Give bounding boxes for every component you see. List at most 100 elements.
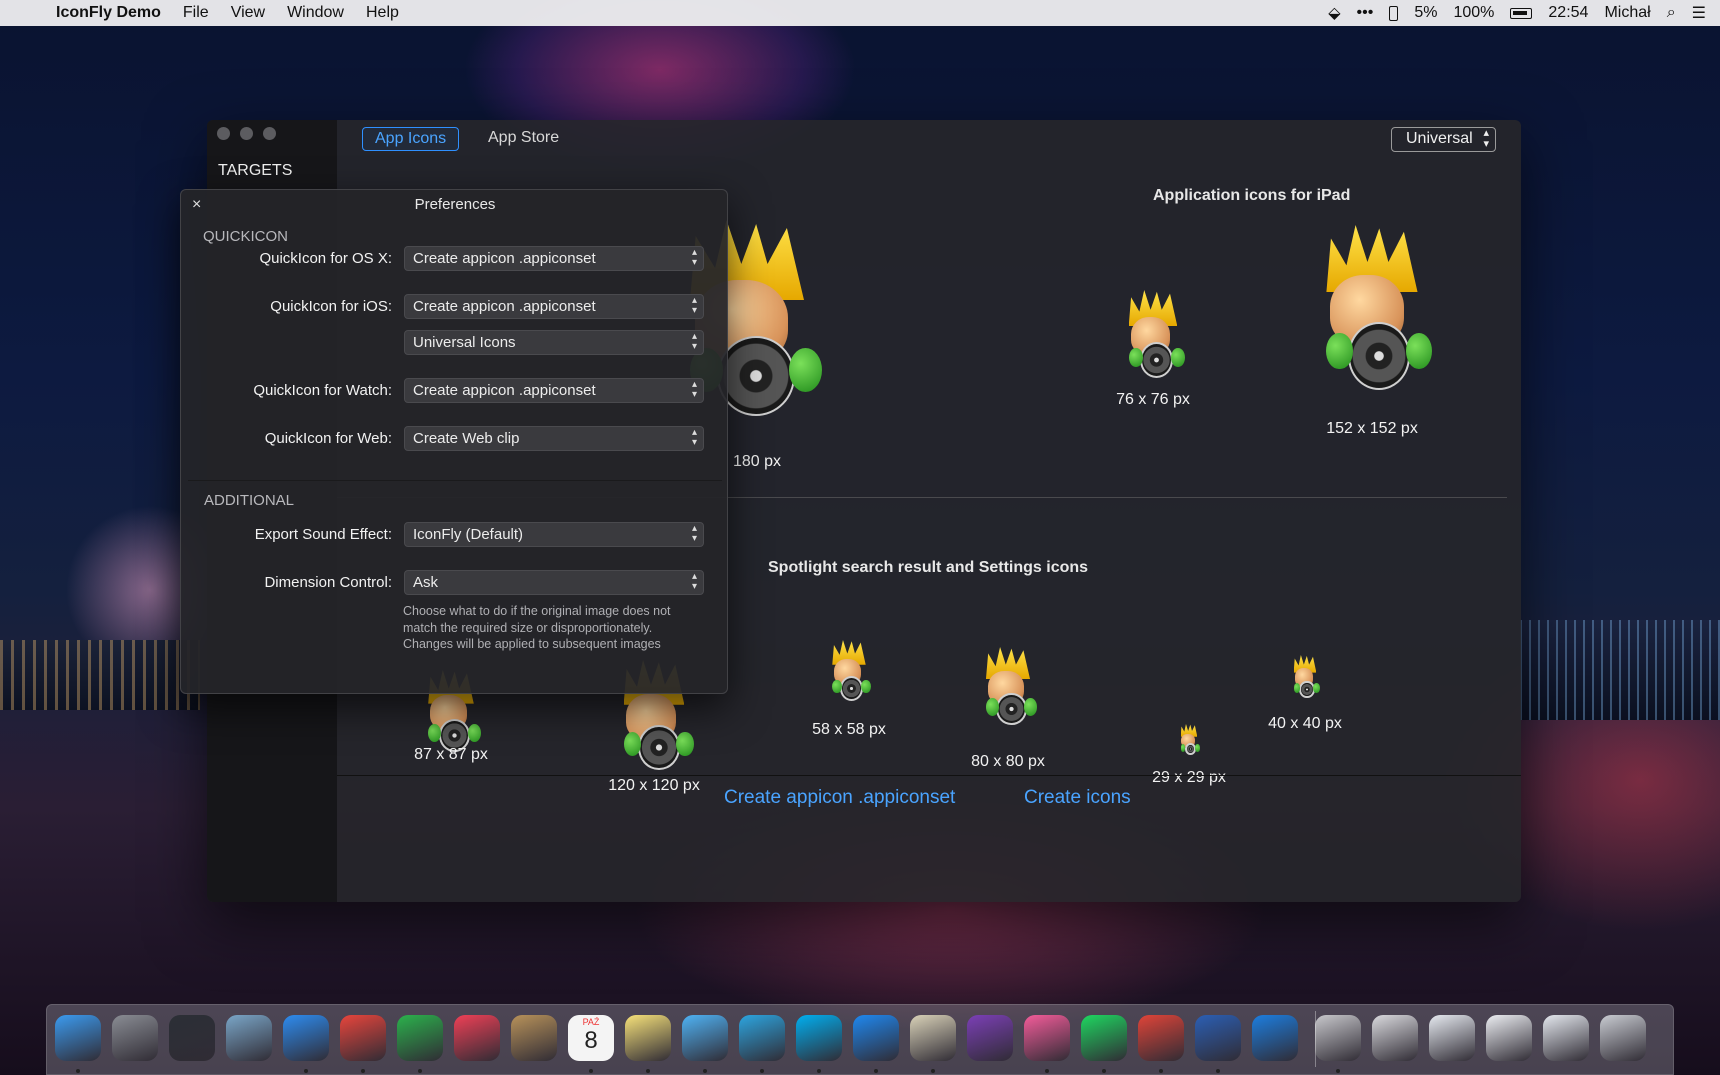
- create-appiconset-button[interactable]: Create appicon .appiconset: [724, 787, 955, 809]
- battery-percent[interactable]: 100%: [1453, 4, 1494, 22]
- dock-pocket-icon[interactable]: [454, 1015, 500, 1061]
- dock-messages-icon[interactable]: [682, 1015, 728, 1061]
- dock-window-thumb-3-icon[interactable]: [1543, 1015, 1589, 1061]
- dock-preview-icon[interactable]: [910, 1015, 956, 1061]
- phone-battery-text: 5%: [1414, 4, 1438, 21]
- icon-preview-76: [1121, 290, 1185, 380]
- dimension-popup[interactable]: Ask ▴ ▾: [404, 570, 704, 595]
- updown-chevron-icon: ▴ ▾: [691, 379, 697, 400]
- dock-safari-icon[interactable]: [283, 1015, 329, 1061]
- sound-popup[interactable]: IconFly (Default) ▴ ▾: [404, 522, 704, 547]
- dock-finder-icon[interactable]: [55, 1015, 101, 1061]
- dock-calendar-icon[interactable]: PAŹ 8: [568, 1015, 614, 1061]
- user-menu[interactable]: Michał: [1604, 4, 1650, 22]
- dock-running-indicator: [874, 1069, 878, 1073]
- dock-running-indicator: [1216, 1069, 1220, 1073]
- dock-running-indicator: [1159, 1069, 1163, 1073]
- dock-running-indicator: [76, 1069, 80, 1073]
- phone-icon[interactable]: [1389, 5, 1399, 21]
- device-select-value: Universal: [1406, 130, 1473, 147]
- notification-center-icon[interactable]: ☰: [1692, 3, 1706, 23]
- ios-variant-popup-value: Universal Icons: [413, 334, 516, 351]
- create-icons-button[interactable]: Create icons: [1024, 787, 1131, 809]
- dock-running-indicator: [931, 1069, 935, 1073]
- dock-feedly-icon[interactable]: [397, 1015, 443, 1061]
- minimize-window-button[interactable]: [240, 127, 253, 140]
- updown-chevron-icon: ▴ ▾: [691, 571, 697, 592]
- size-label-152: 152 x 152 px: [1326, 420, 1418, 437]
- menu-file[interactable]: File: [183, 4, 209, 22]
- updown-chevron-icon: ▴ ▾: [1483, 127, 1489, 150]
- footer-divider: [337, 775, 1521, 776]
- dimension-popup-value: Ask: [413, 574, 439, 591]
- additional-group-label: ADDITIONAL: [204, 492, 295, 509]
- tab-app-store[interactable]: App Store: [476, 127, 571, 151]
- dock-running-indicator: [760, 1069, 764, 1073]
- dock-running-indicator: [703, 1069, 707, 1073]
- dock-messenger-icon[interactable]: [853, 1015, 899, 1061]
- dock-running-indicator: [418, 1069, 422, 1073]
- dock-downloader-icon[interactable]: [1138, 1015, 1184, 1061]
- size-label-29: 29 x 29 px: [1152, 769, 1226, 786]
- dock-iconfly-icon[interactable]: [1315, 1015, 1361, 1061]
- size-label-40: 40 x 40 px: [1268, 715, 1342, 732]
- dock-people-doc-icon[interactable]: [1372, 1015, 1418, 1061]
- size-label-80: 80 x 80 px: [971, 753, 1045, 770]
- wallpaper-city-left: [0, 640, 200, 710]
- menu-help[interactable]: Help: [366, 4, 399, 22]
- dock-telegram-icon[interactable]: [739, 1015, 785, 1061]
- more-icon[interactable]: •••: [1357, 4, 1374, 22]
- clock[interactable]: 22:54: [1548, 4, 1588, 22]
- dock-running-indicator: [1102, 1069, 1106, 1073]
- watch-popup[interactable]: Create appicon .appiconset ▴ ▾: [404, 378, 704, 403]
- dock-skype-icon[interactable]: [796, 1015, 842, 1061]
- dock-chrome-icon[interactable]: [340, 1015, 386, 1061]
- size-label-76: 76 x 76 px: [1116, 391, 1190, 408]
- spotlight-section-title: Spotlight search result and Settings ico…: [768, 559, 1089, 576]
- ios-label: QuickIcon for iOS:: [270, 298, 392, 315]
- dock-running-indicator: [646, 1069, 650, 1073]
- battery-icon[interactable]: [1510, 7, 1533, 19]
- updown-chevron-icon: ▴ ▾: [691, 295, 697, 316]
- status-area: ⬙ ••• 5% 100% 22:54 Michał ⌕ ☰: [1328, 3, 1706, 23]
- ios-popup[interactable]: Create appicon .appiconset ▴ ▾: [404, 294, 704, 319]
- dock-itunes-icon[interactable]: [1024, 1015, 1070, 1061]
- dock-separator: [1315, 1011, 1316, 1067]
- preferences-panel: × Preferences QUICKICON QuickIcon for OS…: [180, 189, 728, 694]
- dock-mission-control-icon[interactable]: [169, 1015, 215, 1061]
- icon-preview-29: [1178, 724, 1200, 756]
- updown-chevron-icon: ▴ ▾: [691, 427, 697, 448]
- dropbox-icon[interactable]: ⬙: [1328, 3, 1340, 23]
- updown-chevron-icon: ▴ ▾: [691, 247, 697, 268]
- zoom-window-button[interactable]: [263, 127, 276, 140]
- device-select[interactable]: Universal ▴ ▾: [1391, 127, 1496, 152]
- dock-running-indicator: [361, 1069, 365, 1073]
- close-window-button[interactable]: [217, 127, 230, 140]
- dock-trash-icon[interactable]: [1600, 1015, 1646, 1061]
- menu-bar: IconFly Demo File View Window Help ⬙ •••…: [0, 0, 1720, 26]
- dock-launchpad-icon[interactable]: [112, 1015, 158, 1061]
- osx-popup[interactable]: Create appicon .appiconset ▴ ▾: [404, 246, 704, 271]
- dock-notes-icon[interactable]: [625, 1015, 671, 1061]
- dock-contacts-icon[interactable]: [511, 1015, 557, 1061]
- dock-word-icon[interactable]: [1195, 1015, 1241, 1061]
- ios-variant-popup[interactable]: Universal Icons ▴ ▾: [404, 330, 704, 355]
- osx-label: QuickIcon for OS X:: [259, 250, 392, 267]
- menu-view[interactable]: View: [231, 4, 265, 22]
- web-popup-value: Create Web clip: [413, 430, 520, 447]
- dock-mail-stamp-icon[interactable]: [226, 1015, 272, 1061]
- menu-window[interactable]: Window: [287, 4, 344, 22]
- dock-onenote-icon[interactable]: [967, 1015, 1013, 1061]
- window-controls: [217, 127, 276, 140]
- dock-running-indicator: [817, 1069, 821, 1073]
- web-popup[interactable]: Create Web clip ▴ ▾: [404, 426, 704, 451]
- dock-xcode-icon[interactable]: [1252, 1015, 1298, 1061]
- dock-running-indicator: [304, 1069, 308, 1073]
- dock-window-thumb-1-icon[interactable]: [1429, 1015, 1475, 1061]
- spotlight-search-icon[interactable]: ⌕: [1667, 4, 1676, 22]
- dock-window-thumb-2-icon[interactable]: [1486, 1015, 1532, 1061]
- tab-app-icons[interactable]: App Icons: [362, 127, 460, 151]
- dock-spotify-icon[interactable]: [1081, 1015, 1127, 1061]
- preferences-title: Preferences: [414, 196, 496, 213]
- app-menu[interactable]: IconFly Demo: [56, 4, 161, 22]
